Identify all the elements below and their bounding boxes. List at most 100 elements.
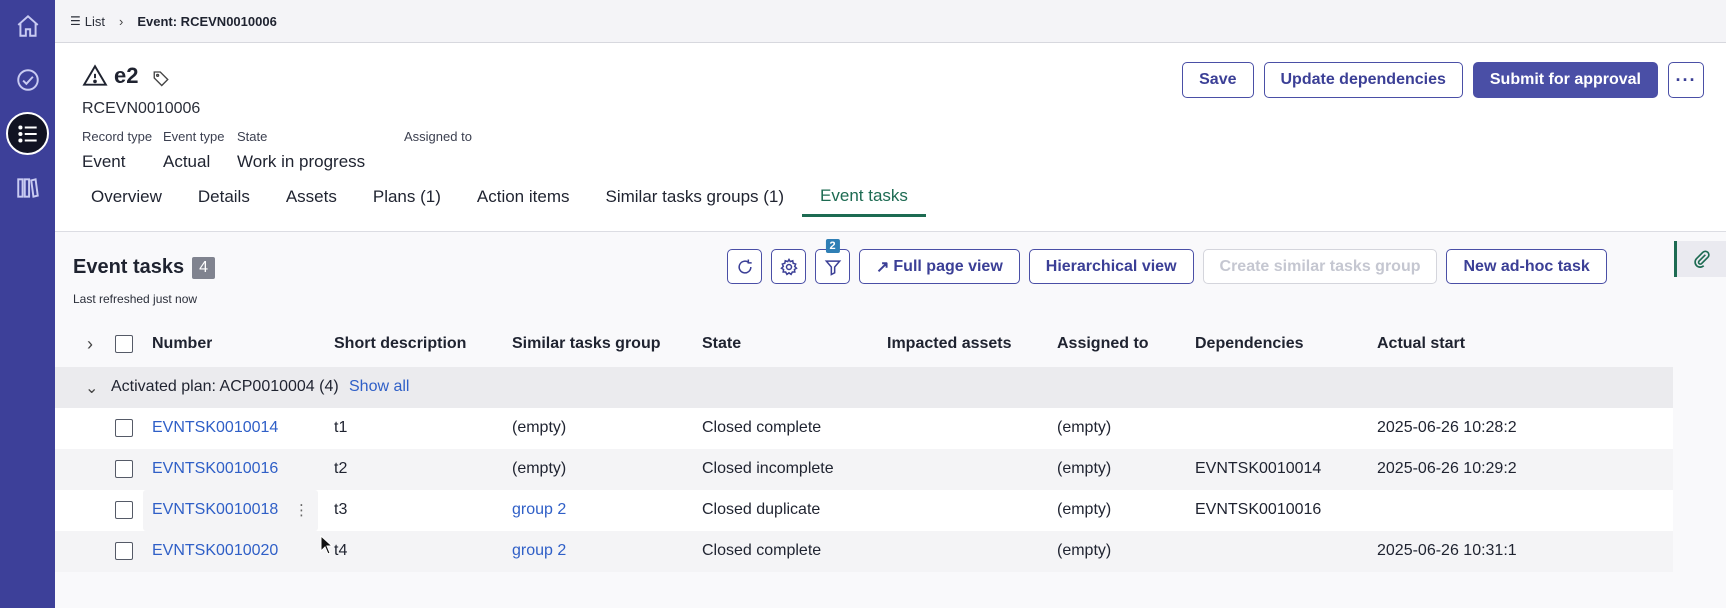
approvals-button[interactable] xyxy=(6,58,49,101)
column-header-actual-start[interactable]: Actual start xyxy=(1377,335,1465,353)
column-header-short-description[interactable]: Short description xyxy=(334,335,466,353)
similar-group-cell: (empty) xyxy=(512,419,567,436)
refresh-icon xyxy=(737,259,752,274)
home-icon xyxy=(17,14,38,37)
panel-title: Event tasks xyxy=(73,256,185,278)
task-number-link[interactable]: EVNTSK0010020 xyxy=(152,542,278,560)
list-icon xyxy=(17,124,37,143)
task-number-link[interactable]: EVNTSK0010016 xyxy=(152,460,278,478)
breadcrumb-current: Event: RCEVN0010006 xyxy=(137,13,277,29)
check-circle-icon xyxy=(16,68,39,91)
show-all-link[interactable]: Show all xyxy=(349,378,409,396)
actual-start-cell: 2025-06-26 10:31:1 xyxy=(1377,542,1517,559)
count-badge: 4 xyxy=(192,256,216,279)
assigned-to-cell: (empty) xyxy=(1057,542,1112,559)
create-similar-tasks-group-button[interactable]: Create similar tasks group xyxy=(1202,249,1438,284)
refresh-button[interactable] xyxy=(727,249,762,284)
breadcrumb: ☰ List › Event: RCEVN0010006 xyxy=(55,0,1726,43)
task-number-link[interactable]: EVNTSK0010014 xyxy=(152,419,278,437)
field-value: Actual xyxy=(163,152,211,171)
tab-assets[interactable]: Assets xyxy=(268,177,355,217)
table-header-row: › Number Short description Similar tasks… xyxy=(55,322,1673,367)
breadcrumb-list-label: List xyxy=(84,13,105,29)
library-icon xyxy=(16,177,39,198)
field-record-type: Record type Event xyxy=(82,129,152,172)
hierarchical-view-button[interactable]: Hierarchical view xyxy=(1028,249,1194,284)
row-menu-icon[interactable]: ⋮ xyxy=(294,501,309,519)
warning-icon xyxy=(82,64,108,86)
similar-group-link[interactable]: group 2 xyxy=(512,542,566,560)
panel-title-row: Event tasks 4 xyxy=(73,256,216,279)
header-actions: Save Update dependencies Submit for appr… xyxy=(1182,62,1704,98)
dependencies-cell: EVNTSK0010016 xyxy=(1195,501,1322,518)
column-header-assigned-to[interactable]: Assigned to xyxy=(1057,335,1149,353)
chevron-right-icon: › xyxy=(119,13,124,29)
field-value: Event xyxy=(82,152,126,171)
tab-details[interactable]: Details xyxy=(180,177,268,217)
expand-all-chevron-icon[interactable]: › xyxy=(87,334,93,355)
field-event-type: Event type Actual xyxy=(163,129,224,172)
row-checkbox[interactable] xyxy=(115,419,133,437)
table-row: EVNTSK0010016 t2 (empty) Closed incomple… xyxy=(55,449,1673,490)
state-cell: Closed incomplete xyxy=(702,460,834,477)
short-description-cell: t2 xyxy=(334,460,348,477)
row-checkbox[interactable] xyxy=(115,542,133,560)
attachment-side-button[interactable] xyxy=(1674,241,1726,277)
record-number: RCEVN0010006 xyxy=(82,100,201,117)
list-nav-button[interactable] xyxy=(6,112,49,155)
library-button[interactable] xyxy=(6,166,49,209)
tab-action-items[interactable]: Action items xyxy=(459,177,588,217)
update-dependencies-button[interactable]: Update dependencies xyxy=(1263,62,1463,98)
column-header-number[interactable]: Number xyxy=(152,335,212,353)
column-header-dependencies[interactable]: Dependencies xyxy=(1195,335,1303,353)
row-checkbox[interactable] xyxy=(115,460,133,478)
table-row: EVNTSK0010014 t1 (empty) Closed complete… xyxy=(55,408,1673,449)
field-state: State Work in progress xyxy=(237,129,365,172)
assigned-to-cell: (empty) xyxy=(1057,460,1112,477)
filter-icon xyxy=(824,259,841,276)
field-label: Assigned to xyxy=(404,129,472,144)
actual-start-cell: 2025-06-26 10:29:2 xyxy=(1377,460,1517,477)
group-row: ⌄ Activated plan: ACP0010004 (4) Show al… xyxy=(55,367,1673,408)
column-header-state[interactable]: State xyxy=(702,335,741,353)
new-adhoc-task-button[interactable]: New ad-hoc task xyxy=(1446,249,1607,284)
task-number-link[interactable]: EVNTSK0010018 xyxy=(152,501,278,519)
record-tabs: Overview Details Assets Plans (1) Action… xyxy=(73,177,926,217)
mouse-cursor-icon xyxy=(320,535,334,555)
list-lines-icon: ☰ xyxy=(70,14,81,28)
submit-for-approval-button[interactable]: Submit for approval xyxy=(1472,62,1658,98)
tab-event-tasks[interactable]: Event tasks xyxy=(802,177,926,217)
full-page-view-label: Full page view xyxy=(893,257,1003,275)
left-nav-rail xyxy=(0,0,55,608)
tab-overview[interactable]: Overview xyxy=(73,177,180,217)
arrow-up-right-icon: ↗ xyxy=(876,258,890,276)
record-title: e2 xyxy=(114,63,139,88)
field-assigned-to: Assigned to xyxy=(404,129,472,152)
save-button[interactable]: Save xyxy=(1182,62,1254,98)
tab-plans[interactable]: Plans (1) xyxy=(355,177,459,217)
settings-button[interactable] xyxy=(771,249,806,284)
home-button[interactable] xyxy=(6,4,49,47)
tag-icon[interactable] xyxy=(152,69,170,87)
filter-count-badge: 2 xyxy=(825,239,840,253)
breadcrumb-list-link[interactable]: ☰ List xyxy=(70,14,105,29)
filter-button[interactable]: 2 xyxy=(815,239,850,284)
gear-icon xyxy=(779,257,798,275)
select-all-checkbox[interactable] xyxy=(115,335,133,353)
state-cell: Closed complete xyxy=(702,542,822,559)
state-cell: Closed complete xyxy=(702,419,822,436)
app: ☰ List › Event: RCEVN0010006 e2 RCEVN001… xyxy=(0,0,1726,608)
table-row: EVNTSK0010018 ⋮ t3 group 2 Closed duplic… xyxy=(55,490,1673,531)
more-actions-button[interactable]: ··· xyxy=(1668,62,1704,98)
full-page-view-button[interactable]: ↗ Full page view xyxy=(859,249,1020,284)
similar-group-link[interactable]: group 2 xyxy=(512,501,566,519)
record-header: e2 RCEVN0010006 Record type Event Event … xyxy=(55,43,1726,231)
row-checkbox[interactable] xyxy=(115,501,133,519)
field-value: Work in progress xyxy=(237,152,366,171)
column-header-impacted-assets[interactable]: Impacted assets xyxy=(887,335,1012,353)
collapse-chevron-icon[interactable]: ⌄ xyxy=(85,378,98,398)
assigned-to-cell: (empty) xyxy=(1057,501,1112,518)
event-tasks-table: › Number Short description Similar tasks… xyxy=(55,322,1673,572)
tab-similar-tasks-groups[interactable]: Similar tasks groups (1) xyxy=(587,177,802,217)
column-header-similar-tasks-group[interactable]: Similar tasks group xyxy=(512,335,661,353)
